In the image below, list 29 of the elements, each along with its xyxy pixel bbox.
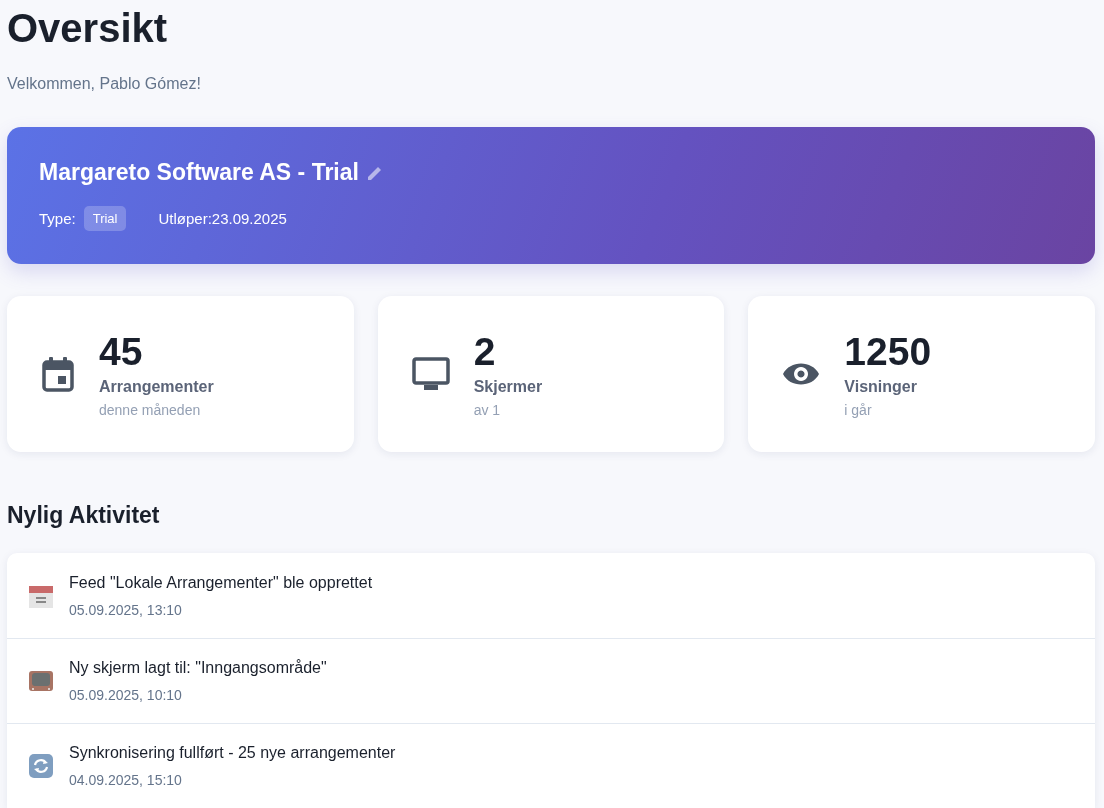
sync-icon — [29, 754, 53, 778]
stat-value: 1250 — [844, 330, 932, 374]
type-badge: Trial — [83, 206, 127, 231]
stat-value: 2 — [473, 330, 497, 374]
activity-text: Synkronisering fullført - 25 nye arrangementer — [69, 744, 396, 762]
activity-text: Feed "Lokale Arrangementer" ble opprettet — [69, 573, 373, 592]
stat-value: 45 — [99, 330, 144, 374]
calendar-icon — [41, 356, 75, 392]
pencil-icon[interactable] — [366, 164, 383, 181]
activity-text: Ny skjerm lagt til: "Inngangsområde" — [69, 659, 327, 677]
stat-caption: av 1 — [473, 402, 502, 418]
welcome-text: Velkommen, Pablo Gómez! — [7, 74, 202, 94]
stat-caption: i går — [844, 402, 873, 418]
stat-caption: denne måneden — [99, 402, 202, 418]
account-name: Margareto Software AS - Trial — [39, 159, 359, 186]
activity-time: 04.09.2025, 15:10 — [69, 772, 183, 788]
stat-label: Skjermer — [473, 378, 543, 396]
eye-icon — [782, 361, 821, 387]
activity-time: 05.09.2025, 13:10 — [69, 601, 183, 618]
expiry-text: Utløper:23.09.2025 — [158, 210, 287, 227]
type-label: Type: — [39, 210, 76, 227]
monitor-icon — [411, 357, 450, 391]
page-title: Oversikt — [7, 5, 169, 52]
activity-time: 05.09.2025, 10:10 — [69, 687, 183, 703]
section-heading: Nylig Aktivitet — [7, 502, 161, 529]
stat-label: Visninger — [844, 378, 918, 396]
tv-icon — [29, 669, 53, 693]
calendar-icon — [29, 583, 53, 608]
stat-label: Arrangementer — [99, 378, 214, 396]
